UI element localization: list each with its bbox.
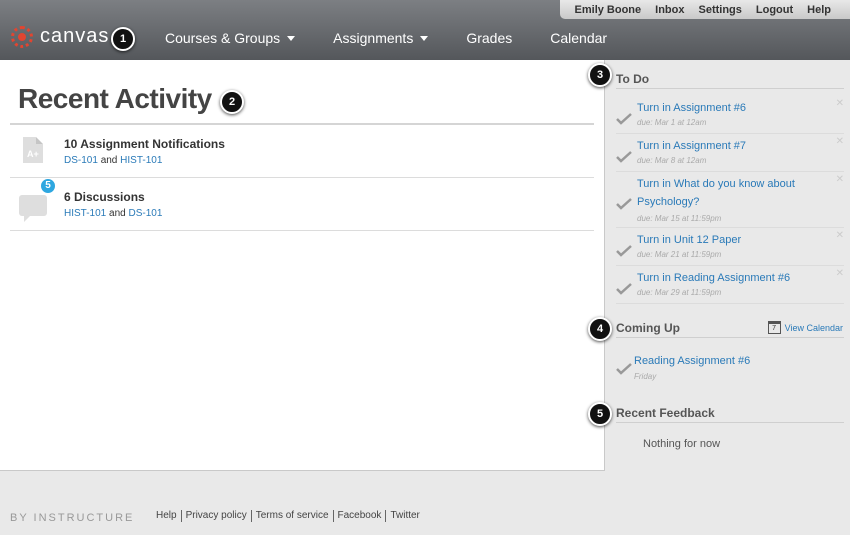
todo-link[interactable]: Turn in What do you know about Psycholog…	[637, 175, 817, 211]
right-sidebar: To Do Turn in Assignment #6 due: Mar 1 a…	[606, 60, 850, 471]
course-link[interactable]: HIST-101	[64, 208, 106, 219]
todo-due: due: Mar 21 at 11:59pm	[637, 250, 722, 259]
todo-item[interactable]: Turn in Unit 12 Paper due: Mar 21 at 11:…	[616, 228, 844, 266]
callout-marker: 4	[588, 317, 612, 341]
footer-privacy-link[interactable]: Privacy policy	[180, 510, 251, 522]
view-calendar-link[interactable]: 7 View Calendar	[767, 321, 843, 334]
divider	[616, 88, 844, 89]
recent-feedback-heading: Recent Feedback	[616, 406, 715, 420]
callout-marker: 3	[588, 63, 612, 87]
close-icon[interactable]: ✕	[836, 98, 844, 109]
view-calendar-label: View Calendar	[784, 322, 843, 333]
close-icon[interactable]: ✕	[836, 174, 844, 185]
coming-up-link[interactable]: Reading Assignment #6	[634, 352, 814, 370]
todo-due: due: Mar 1 at 12am	[637, 118, 707, 127]
main-content: Recent Activity A+ 10 Assignment Notific…	[0, 60, 605, 471]
divider	[616, 337, 844, 338]
nav-label: Assignments	[333, 30, 414, 46]
footer-terms-link[interactable]: Terms of service	[250, 510, 333, 522]
divider	[616, 422, 844, 423]
nav-grades[interactable]: Grades	[466, 30, 512, 46]
footer-facebook-link[interactable]: Facebook	[332, 510, 386, 522]
course-link[interactable]: DS-101	[129, 208, 163, 219]
feedback-empty-text: Nothing for now	[643, 438, 721, 450]
course-link[interactable]: HIST-101	[120, 155, 162, 166]
help-link[interactable]: Help	[807, 4, 831, 16]
close-icon[interactable]: ✕	[836, 136, 844, 147]
todo-due: due: Mar 8 at 12am	[637, 156, 707, 165]
footer: BY INSTRUCTURE Help Privacy policy Terms…	[0, 472, 850, 535]
settings-link[interactable]: Settings	[698, 4, 741, 16]
user-name-link[interactable]: Emily Boone	[575, 4, 642, 16]
nav-assignments[interactable]: Assignments	[333, 30, 429, 46]
todo-link[interactable]: Turn in Assignment #6	[637, 99, 817, 117]
activity-item-assignments[interactable]: A+ 10 Assignment Notifications DS-101 an…	[10, 125, 594, 178]
nav-label: Calendar	[550, 30, 608, 46]
todo-link[interactable]: Turn in Unit 12 Paper	[637, 231, 817, 249]
assignment-check-icon	[616, 363, 632, 375]
activity-title: 10 Assignment Notifications	[64, 137, 225, 151]
todo-item[interactable]: Turn in What do you know about Psycholog…	[616, 172, 844, 228]
todo-item[interactable]: Turn in Assignment #7 due: Mar 8 at 12am…	[616, 134, 844, 172]
joiner-text: and	[100, 155, 118, 166]
assignment-check-icon	[616, 198, 632, 210]
assignment-check-icon	[616, 245, 632, 257]
main-nav: Courses & Groups Assignments Grades Cale…	[165, 30, 645, 46]
inbox-link[interactable]: Inbox	[655, 4, 684, 16]
footer-help-link[interactable]: Help	[156, 510, 181, 522]
todo-due: due: Mar 15 at 11:59pm	[637, 214, 722, 223]
footer-links: Help Privacy policy Terms of service Fac…	[156, 510, 424, 522]
coming-up-when: Friday	[634, 372, 657, 381]
unread-count-badge: 5	[40, 178, 56, 194]
nav-calendar[interactable]: Calendar	[550, 30, 607, 46]
chevron-down-icon	[420, 35, 429, 41]
close-icon[interactable]: ✕	[836, 268, 844, 279]
todo-item[interactable]: Turn in Reading Assignment #6 due: Mar 2…	[616, 266, 844, 304]
close-icon[interactable]: ✕	[836, 230, 844, 241]
joiner-text: and	[109, 208, 126, 219]
activity-item-discussions[interactable]: 5 6 Discussions HIST-101 and DS-101	[10, 178, 594, 231]
footer-twitter-link[interactable]: Twitter	[385, 510, 423, 522]
callout-marker: 2	[220, 90, 244, 114]
course-link[interactable]: DS-101	[64, 155, 98, 166]
activity-title: 6 Discussions	[64, 190, 145, 204]
nav-courses-groups[interactable]: Courses & Groups	[165, 30, 296, 46]
todo-link[interactable]: Turn in Assignment #7	[637, 137, 817, 155]
page-title: Recent Activity	[18, 83, 212, 114]
callout-marker: 1	[111, 27, 135, 51]
coming-up-heading: Coming Up	[616, 321, 680, 335]
discussion-bubble-icon	[19, 195, 47, 222]
assignment-check-icon	[616, 151, 632, 163]
assignment-check-icon	[616, 283, 632, 295]
coming-up-item[interactable]: Reading Assignment #6 Friday	[616, 350, 844, 384]
logout-link[interactable]: Logout	[756, 4, 793, 16]
logo-text: canvas	[40, 24, 110, 47]
assignment-doc-icon: A+	[23, 137, 43, 163]
user-menu: Emily Boone Inbox Settings Logout Help	[559, 0, 850, 19]
canvas-logo[interactable]: canvas	[11, 24, 110, 48]
todo-due: due: Mar 29 at 11:59pm	[637, 288, 722, 297]
todo-link[interactable]: Turn in Reading Assignment #6	[637, 269, 817, 287]
nav-label: Courses & Groups	[165, 30, 281, 46]
chevron-down-icon	[287, 35, 296, 41]
todo-item[interactable]: Turn in Assignment #6 due: Mar 1 at 12am…	[616, 96, 844, 134]
activity-course-links: DS-101 and HIST-101	[64, 155, 162, 166]
callout-marker: 5	[588, 402, 612, 426]
assignment-check-icon	[616, 113, 632, 125]
todo-heading: To Do	[616, 72, 650, 86]
calendar-icon: 7	[767, 321, 781, 334]
canvas-logo-icon	[11, 26, 33, 48]
activity-course-links: HIST-101 and DS-101	[64, 208, 162, 219]
nav-label: Grades	[466, 30, 513, 46]
instructure-brand: BY INSTRUCTURE	[10, 512, 135, 524]
